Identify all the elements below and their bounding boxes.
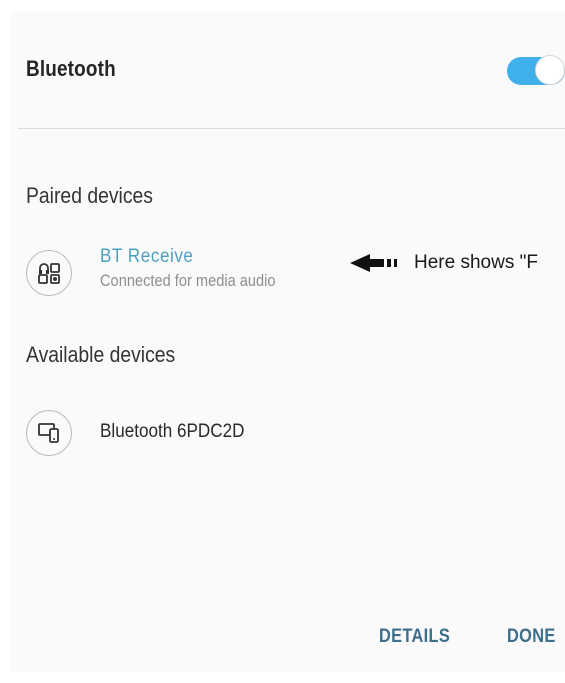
arrow-left-icon (350, 254, 397, 272)
available-devices-heading: Available devices (26, 342, 176, 367)
annotation-text: Here shows "F (414, 252, 538, 273)
done-button[interactable]: DONE (507, 626, 556, 648)
paired-device-status: Connected for media audio (100, 271, 276, 290)
bluetooth-dialog: Bluetooth Paired devices BT Receive Conn… (10, 12, 565, 672)
devices-icon (26, 410, 72, 456)
details-button[interactable]: DETAILS (379, 626, 450, 648)
available-device-name: Bluetooth 6PDC2D (100, 421, 245, 442)
page-title: Bluetooth (26, 56, 116, 81)
header: Bluetooth (10, 12, 565, 128)
annotation: Here shows "F (350, 248, 538, 278)
available-device-row[interactable]: Bluetooth 6PDC2D (10, 398, 565, 468)
toggle-knob (535, 55, 565, 85)
bluetooth-toggle[interactable] (507, 55, 565, 87)
paired-device-name: BT Receive (100, 246, 194, 267)
headset-speaker-icon (26, 250, 72, 296)
header-divider (18, 128, 565, 129)
paired-devices-heading: Paired devices (26, 183, 153, 208)
